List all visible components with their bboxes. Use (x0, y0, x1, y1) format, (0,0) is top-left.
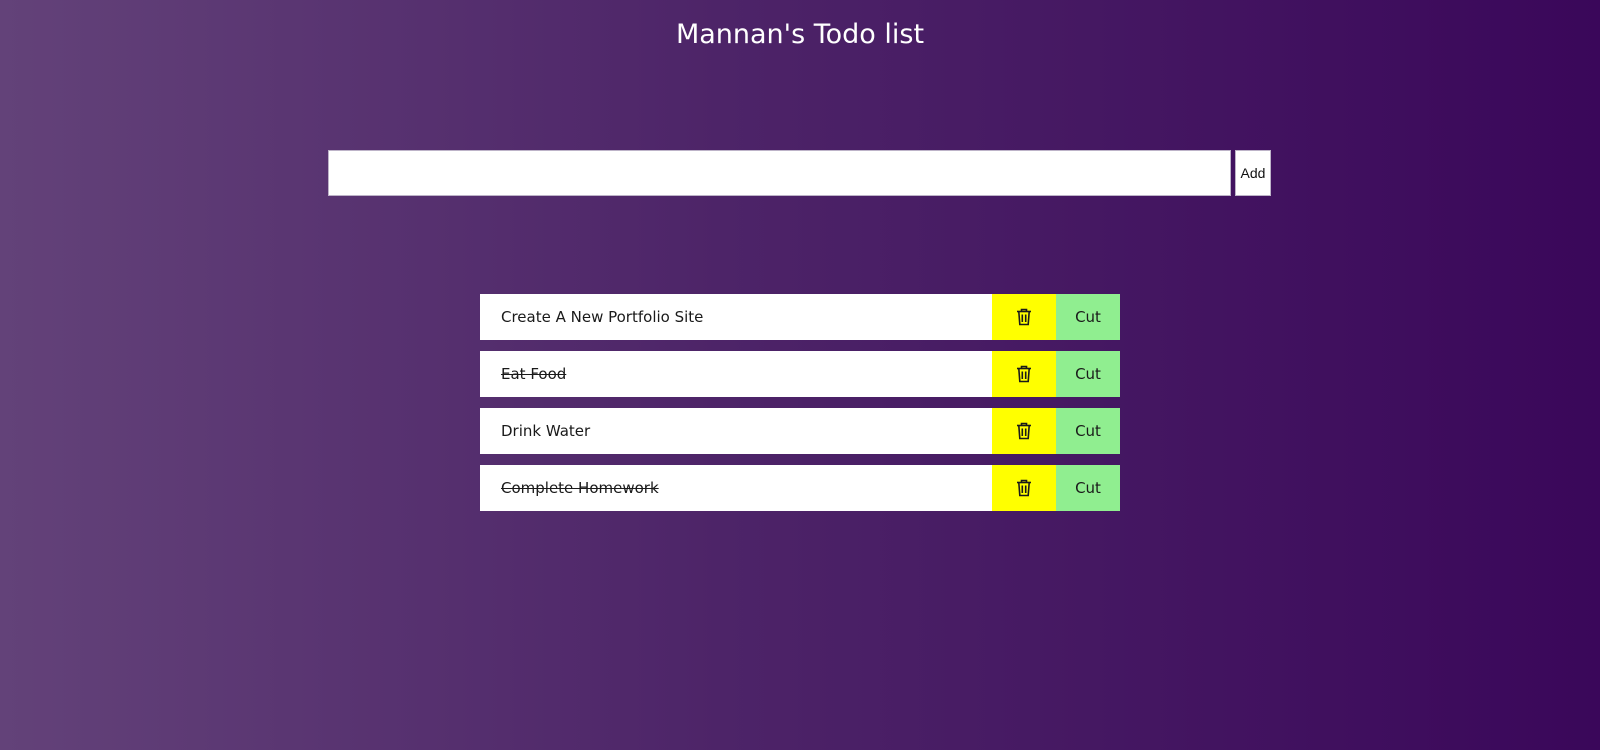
todo-text[interactable]: Eat Food (480, 351, 992, 397)
todo-item: Drink Water Cut (480, 408, 1120, 454)
trash-icon (1016, 308, 1032, 326)
todo-text[interactable]: Drink Water (480, 408, 992, 454)
add-button[interactable]: Add (1235, 150, 1271, 196)
delete-button[interactable] (992, 408, 1056, 454)
cut-button[interactable]: Cut (1056, 351, 1120, 397)
delete-button[interactable] (992, 294, 1056, 340)
trash-icon (1016, 422, 1032, 440)
delete-button[interactable] (992, 351, 1056, 397)
cut-button[interactable]: Cut (1056, 294, 1120, 340)
todo-item: Create A New Portfolio Site Cut (480, 294, 1120, 340)
todo-item: Complete Homework Cut (480, 465, 1120, 511)
todo-item: Eat Food Cut (480, 351, 1120, 397)
todo-input[interactable] (328, 150, 1231, 196)
trash-icon (1016, 479, 1032, 497)
trash-icon (1016, 365, 1032, 383)
cut-button[interactable]: Cut (1056, 465, 1120, 511)
delete-button[interactable] (992, 465, 1056, 511)
cut-button[interactable]: Cut (1056, 408, 1120, 454)
add-todo-form: Add (328, 150, 1271, 196)
todo-list: Create A New Portfolio Site Cut Eat Food (480, 294, 1120, 522)
todo-text[interactable]: Create A New Portfolio Site (480, 294, 992, 340)
todo-text[interactable]: Complete Homework (480, 465, 992, 511)
page-title: Mannan's Todo list (675, 19, 925, 50)
